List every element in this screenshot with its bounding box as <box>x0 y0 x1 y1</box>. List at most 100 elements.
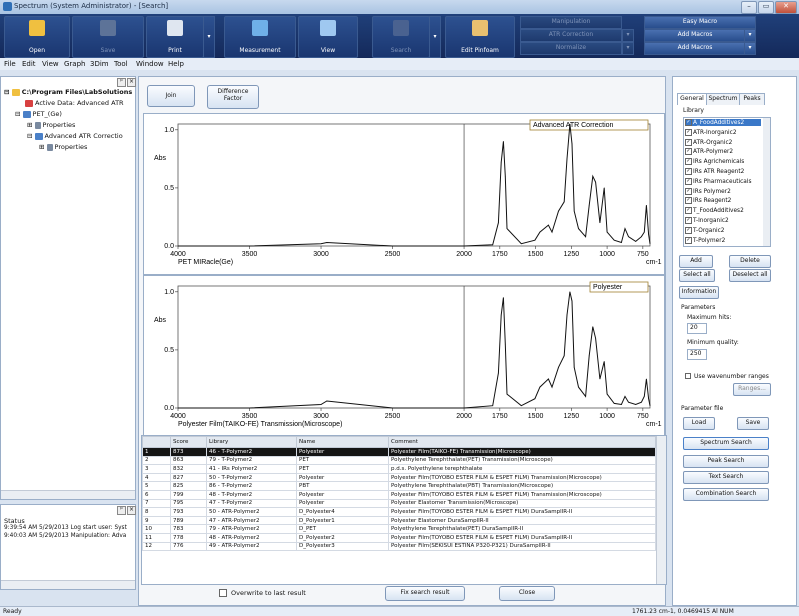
library-item[interactable]: ✓ ATR-Polymer2 <box>685 148 733 156</box>
library-item[interactable]: ✓ IRs Pharmaceuticals <box>685 177 751 185</box>
column-header[interactable]: Library <box>206 436 297 448</box>
maximize-button[interactable]: ▭ <box>758 1 774 14</box>
library-item[interactable]: ✓ T-Organic2 <box>685 226 725 234</box>
search-dropdown[interactable]: ▾ <box>429 16 441 58</box>
library-checkbox[interactable]: ✓ <box>685 119 692 126</box>
expand-icon[interactable]: ⊟ <box>15 110 20 118</box>
table-row[interactable]: 5 825 86 - T-Polymer2 PBT Polyethylene Terep… <box>142 481 656 491</box>
view-button[interactable]: View <box>298 16 358 58</box>
tree-active-data[interactable]: Active Data: Advanced ATR <box>25 99 124 107</box>
min-quality-input[interactable]: 250 <box>687 349 707 360</box>
save-button[interactable]: Save <box>72 16 144 58</box>
library-checkbox[interactable]: ✓ <box>685 207 692 215</box>
table-row[interactable]: 10 783 79 - ATR-Polymer2 D_PET Polyethylene … <box>142 524 656 534</box>
menu-file[interactable]: File <box>4 60 16 68</box>
search-button[interactable]: Search <box>372 16 430 58</box>
tree-properties-1[interactable]: ⊞ Properties <box>27 121 75 129</box>
expand-icon[interactable]: ⊞ <box>39 143 44 151</box>
easy-macro-button[interactable]: Easy Macro <box>644 16 756 29</box>
close-icon[interactable]: × <box>127 506 136 515</box>
library-item[interactable]: ✓ T_FoodAdditives2 <box>685 207 744 215</box>
horizontal-scrollbar[interactable] <box>1 490 135 499</box>
column-header[interactable] <box>142 436 171 448</box>
close-window-button[interactable]: ✕ <box>775 1 797 14</box>
print-dropdown[interactable]: ▾ <box>203 16 215 58</box>
ranges-button[interactable]: Ranges... <box>733 383 771 396</box>
table-row[interactable]: 11 778 48 - ATR-Polymer2 D_Polyester2 Polyes… <box>142 532 656 543</box>
table-row[interactable]: 9 789 47 - ATR-Polymer2 D_Polyester1 Polyest… <box>142 515 656 526</box>
print-button[interactable]: Print <box>146 16 204 58</box>
select-all-button[interactable]: Select all <box>679 269 715 282</box>
minimize-button[interactable]: – <box>741 1 757 14</box>
menu-help[interactable]: Help <box>168 60 184 68</box>
add-macros-button-1[interactable]: Add Macros <box>644 29 746 42</box>
join-button[interactable]: Join <box>147 85 195 107</box>
expand-icon[interactable]: ⊟ <box>4 88 9 96</box>
column-header[interactable]: Score <box>170 436 207 448</box>
tree-pet[interactable]: ⊟ PET_(Ge) <box>15 110 62 118</box>
measurement-button[interactable]: Measurement <box>224 16 296 58</box>
menu-window[interactable]: Window <box>136 60 164 68</box>
menu-view[interactable]: View <box>42 60 59 68</box>
spectrum-chart-bottom[interactable]: 0.0 0.5 1.0 4000 3500 3000 2500 2000 1750 1500 125… <box>144 276 662 434</box>
library-item[interactable]: ✓ IRs Reagent2 <box>685 197 731 205</box>
table-row[interactable]: 6 799 48 - T-Polymer2 Polyester Polyester Fi… <box>142 489 656 500</box>
library-item[interactable]: ✓ ATR-Inorganic2 <box>685 128 737 136</box>
library-scrollbar[interactable] <box>763 118 770 246</box>
save-parameter-button[interactable]: Save <box>737 417 769 430</box>
normalize-dropdown[interactable]: ▾ <box>622 42 634 55</box>
fix-search-result-button[interactable]: Fix search result <box>385 586 465 601</box>
text-search-button[interactable]: Text Search <box>683 471 769 484</box>
table-row[interactable]: 2 863 79 - T-Polymer2 PET Polyethylene Terep… <box>142 455 656 466</box>
load-button[interactable]: Load <box>683 417 715 430</box>
library-checkbox[interactable]: ✓ <box>685 187 692 195</box>
peak-search-button[interactable]: Peak Search <box>683 455 769 468</box>
library-checkbox[interactable]: ✓ <box>685 226 692 234</box>
add-library-button[interactable]: Add <box>679 255 713 268</box>
library-item[interactable]: ✓ IRs Agrichemicals <box>685 158 744 166</box>
library-checkbox[interactable]: ✓ <box>685 168 692 175</box>
menu-graph[interactable]: Graph <box>64 60 85 68</box>
tree-root[interactable]: ⊟ C:\Program Files\LabSolutions <box>4 88 132 96</box>
library-item[interactable]: ✓ T-Polymer2 <box>685 236 725 244</box>
library-checkbox[interactable]: ✓ <box>685 128 692 136</box>
deselect-all-button[interactable]: Deselect all <box>729 269 771 282</box>
combination-search-button[interactable]: Combination Search <box>683 488 769 501</box>
tab-spectrum[interactable]: Spectrum <box>706 93 740 105</box>
library-item[interactable]: ✓ T-Inorganic2 <box>685 217 729 224</box>
tree-atr-correction[interactable]: ⊟ Advanced ATR Correctio <box>27 132 123 140</box>
search-result-table[interactable]: Score Library Name Comment 1 873 46 - T-Polym… <box>141 435 667 585</box>
pin-icon[interactable]: ᵖ <box>117 78 126 87</box>
library-item[interactable]: ✓ IRs ATR Reagent2 <box>685 168 744 175</box>
library-checkbox[interactable]: ✓ <box>685 236 692 244</box>
spectrum-chart-top[interactable]: 0.0 0.5 1.0 4000 3500 3000 2500 2000 1750 1500 125… <box>144 114 662 272</box>
atr-correction-button[interactable]: ATR Correction <box>520 29 622 42</box>
table-row[interactable]: 12 776 49 - ATR-Polymer2 D_Polyester3 Polyes… <box>142 541 656 552</box>
table-row[interactable]: 7 795 47 - T-Polymer2 Polyester Polyester El… <box>142 498 656 509</box>
table-row[interactable]: 1 873 46 - T-Polymer2 Polyester Polyester Fi… <box>142 447 656 457</box>
menu-tool[interactable]: Tool <box>114 60 128 68</box>
difference-factor-button[interactable]: Difference Factor <box>207 85 259 109</box>
add-macros-dropdown-2[interactable]: ▾ <box>744 42 756 55</box>
add-macros-dropdown-1[interactable]: ▾ <box>744 29 756 42</box>
spectrum-graph-bottom[interactable]: 0.0 0.5 1.0 4000 3500 3000 2500 2000 1750 1500 125… <box>143 275 665 437</box>
column-header[interactable]: Name <box>296 436 389 448</box>
information-button[interactable]: Information <box>679 286 719 299</box>
atr-dropdown[interactable]: ▾ <box>622 29 634 42</box>
open-button[interactable]: Open <box>4 16 70 58</box>
library-checkbox[interactable]: ✓ <box>685 148 692 156</box>
manipulation-button[interactable]: Manipulation <box>520 16 622 29</box>
horizontal-scrollbar[interactable] <box>1 580 135 589</box>
library-checkbox[interactable]: ✓ <box>685 138 692 146</box>
normalize-button[interactable]: Normalize <box>520 42 622 55</box>
library-checkbox[interactable]: ✓ <box>685 217 692 224</box>
wavenumber-checkbox[interactable] <box>685 373 691 379</box>
expand-icon[interactable]: ⊟ <box>27 132 32 140</box>
max-hits-input[interactable]: 20 <box>687 323 707 334</box>
library-checkbox[interactable]: ✓ <box>685 177 692 185</box>
library-item[interactable]: ✓ A_FoodAdditives2 <box>685 119 761 126</box>
table-row[interactable]: 4 827 50 - T-Polymer2 Polyester Polyester Fi… <box>142 472 656 483</box>
spectrum-search-button[interactable]: Spectrum Search <box>683 437 769 450</box>
menu-edit[interactable]: Edit <box>22 60 36 68</box>
edit-pinfoam-button[interactable]: Edit Pinfoam <box>445 16 515 58</box>
